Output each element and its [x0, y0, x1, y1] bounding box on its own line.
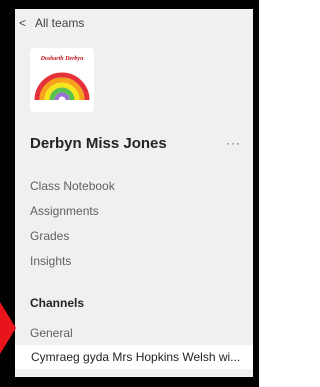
all-teams-back-link[interactable]: < All teams [19, 14, 84, 32]
channel-welsh-label: Cymraeg gyda Mrs Hopkins Welsh wi... [31, 350, 241, 364]
nav-class-notebook[interactable]: Class Notebook [30, 179, 115, 193]
rainbow-icon [34, 72, 90, 100]
team-logo: Dosbarth Derbyn [30, 48, 94, 112]
image-frame: < All teams Dosbarth Derbyn Derbyn Miss … [0, 0, 259, 387]
team-name: Derbyn Miss Jones [30, 135, 167, 152]
team-logo-text: Dosbarth Derbyn [40, 56, 84, 62]
nav-insights[interactable]: Insights [30, 254, 71, 268]
pointer-arrow-icon [0, 302, 16, 354]
nav-assignments[interactable]: Assignments [30, 204, 99, 218]
chevron-left-icon: < [19, 16, 27, 30]
more-options-icon[interactable]: ··· [226, 136, 241, 150]
channels-heading: Channels [30, 296, 85, 310]
channel-welsh-selected[interactable]: Cymraeg gyda Mrs Hopkins Welsh wi... [15, 345, 253, 369]
channel-general[interactable]: General [30, 326, 73, 340]
back-label: All teams [35, 16, 85, 30]
nav-grades[interactable]: Grades [30, 229, 69, 243]
